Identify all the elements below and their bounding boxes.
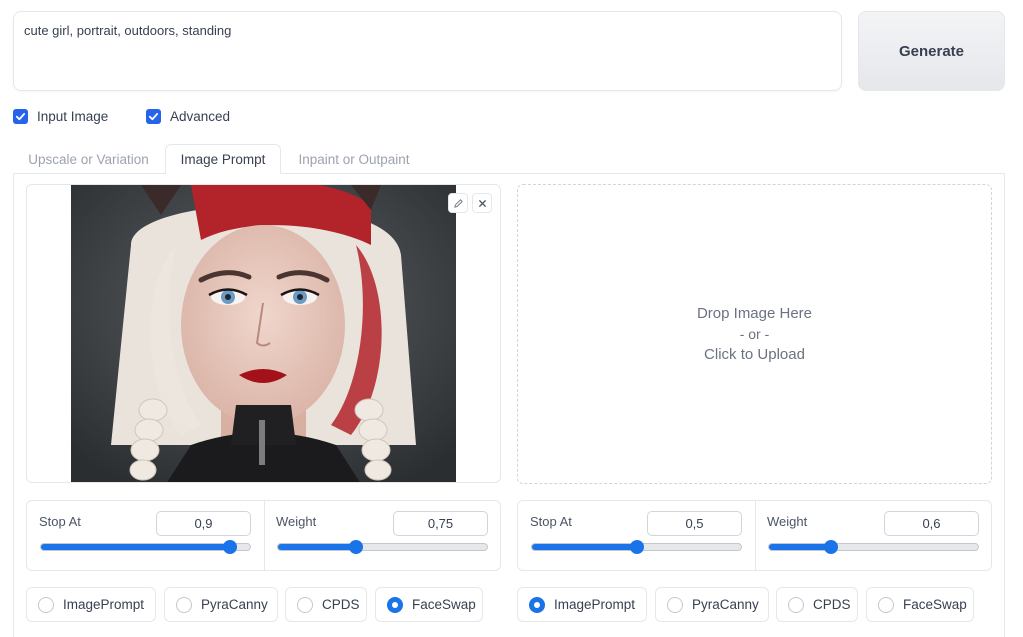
stop-at-slider-2: Stop At 0,5 bbox=[518, 501, 755, 570]
prompt-text: cute girl, portrait, outdoors, standing bbox=[24, 23, 232, 38]
input-image-label: Input Image bbox=[37, 109, 109, 124]
tab-bar: Upscale or Variation Image Prompt Inpain… bbox=[13, 144, 1005, 174]
portrait-image bbox=[71, 185, 456, 482]
advanced-checkbox[interactable]: Advanced bbox=[146, 109, 230, 124]
radio-label: CPDS bbox=[322, 597, 360, 612]
stop-at-number-input[interactable]: 0,9 bbox=[156, 511, 251, 536]
radio-faceswap-2[interactable]: FaceSwap bbox=[866, 587, 974, 622]
slider-track[interactable] bbox=[768, 543, 979, 551]
generate-button[interactable]: Generate bbox=[858, 11, 1005, 91]
slider-thumb[interactable] bbox=[349, 540, 364, 554]
slider-group-2: Stop At 0,5 Weight 0,6 bbox=[517, 500, 992, 571]
radio-pyracanny-2[interactable]: PyraCanny bbox=[655, 587, 769, 622]
slider-group-1: Stop At 0,9 Weight 0,75 bbox=[26, 500, 501, 571]
tab-upscale-or-variation[interactable]: Upscale or Variation bbox=[13, 144, 164, 174]
weight-number-input[interactable]: 0,6 bbox=[884, 511, 979, 536]
weight-label: Weight bbox=[767, 514, 808, 529]
radio-label: ImagePrompt bbox=[63, 597, 145, 612]
radio-pyracanny-1[interactable]: PyraCanny bbox=[164, 587, 278, 622]
radio-label: ImagePrompt bbox=[554, 597, 636, 612]
radio-label: PyraCanny bbox=[692, 597, 759, 612]
radio-button-icon bbox=[387, 596, 403, 613]
weight-number-input[interactable]: 0,75 bbox=[393, 511, 488, 536]
slider-thumb[interactable] bbox=[222, 540, 237, 554]
prompt-textarea[interactable]: cute girl, portrait, outdoors, standing bbox=[13, 11, 842, 91]
radio-label: PyraCanny bbox=[201, 597, 268, 612]
weight-slider-1: Weight 0,75 bbox=[264, 501, 501, 570]
image-upload-dropzone[interactable]: Drop Image Here - or - Click to Upload bbox=[517, 184, 992, 484]
stop-at-number-input[interactable]: 0,5 bbox=[647, 511, 742, 536]
image-tools bbox=[448, 193, 492, 213]
checkbox-checked-icon bbox=[13, 109, 28, 124]
checkbox-checked-icon bbox=[146, 109, 161, 124]
stop-at-label: Stop At bbox=[39, 514, 81, 529]
slider-thumb[interactable] bbox=[629, 540, 644, 554]
radio-label: FaceSwap bbox=[903, 597, 967, 612]
drop-image-text: Drop Image Here bbox=[696, 305, 813, 322]
radio-button-icon bbox=[38, 596, 54, 613]
radio-imageprompt-1[interactable]: ImagePrompt bbox=[26, 587, 156, 622]
radio-faceswap-1[interactable]: FaceSwap bbox=[375, 587, 483, 622]
radio-button-icon bbox=[878, 596, 894, 613]
advanced-label: Advanced bbox=[170, 109, 231, 124]
radio-label: CPDS bbox=[813, 597, 851, 612]
radio-button-icon bbox=[788, 596, 804, 613]
input-image-checkbox[interactable]: Input Image bbox=[13, 109, 108, 124]
radio-button-icon bbox=[176, 596, 192, 613]
stop-at-slider-1: Stop At 0,9 bbox=[27, 501, 264, 570]
image-prompt-slot-1[interactable] bbox=[26, 184, 501, 483]
radio-label: FaceSwap bbox=[412, 597, 476, 612]
tab-inpaint-or-outpaint[interactable]: Inpaint or Outpaint bbox=[283, 144, 425, 174]
stop-at-label: Stop At bbox=[530, 514, 572, 529]
tab-image-prompt[interactable]: Image Prompt bbox=[165, 144, 281, 174]
slider-thumb[interactable] bbox=[824, 540, 839, 554]
close-icon[interactable] bbox=[472, 193, 492, 213]
click-to-upload-text: Click to Upload bbox=[704, 346, 805, 363]
radio-cpds-1[interactable]: CPDS bbox=[285, 587, 367, 622]
radio-cpds-2[interactable]: CPDS bbox=[776, 587, 858, 622]
radio-button-icon bbox=[667, 596, 683, 613]
radio-imageprompt-2[interactable]: ImagePrompt bbox=[517, 587, 647, 622]
radio-button-icon bbox=[529, 596, 545, 613]
slider-track[interactable] bbox=[277, 543, 488, 551]
slider-track[interactable] bbox=[40, 543, 251, 551]
weight-label: Weight bbox=[276, 514, 317, 529]
weight-slider-2: Weight 0,6 bbox=[755, 501, 992, 570]
or-text: - or - bbox=[739, 326, 770, 342]
radio-button-icon bbox=[297, 596, 313, 613]
edit-icon[interactable] bbox=[448, 193, 468, 213]
